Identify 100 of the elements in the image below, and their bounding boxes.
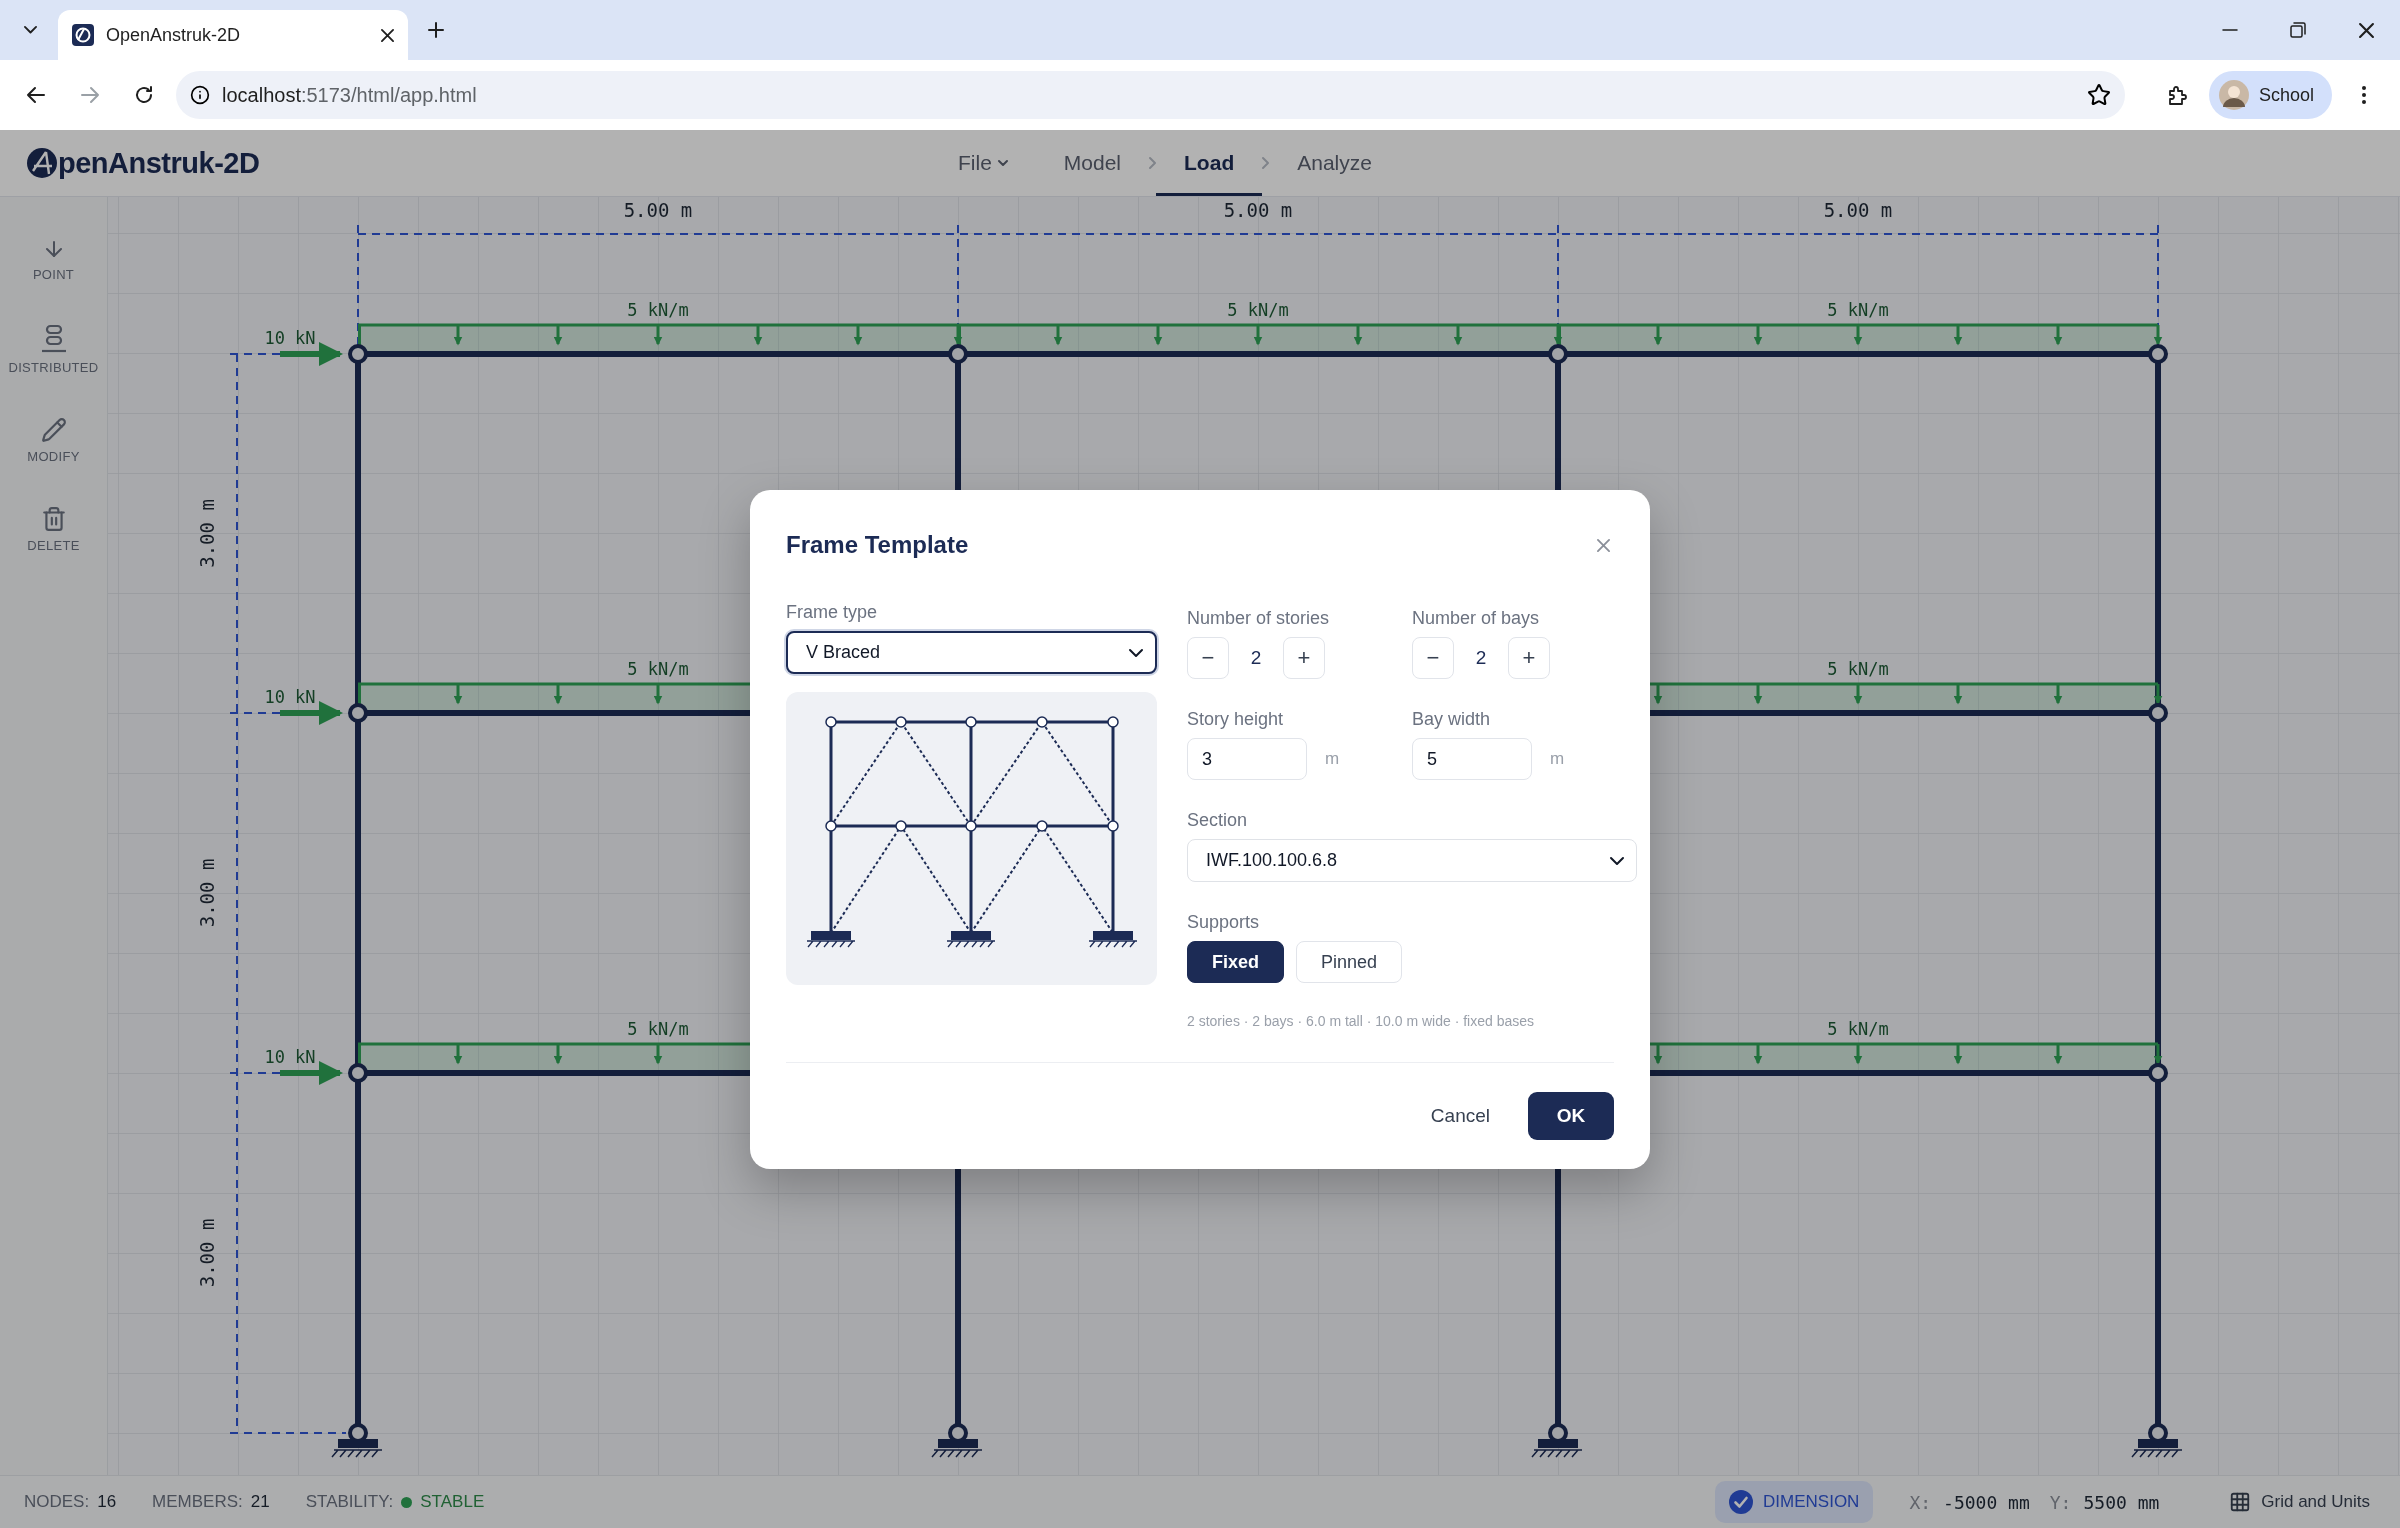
distributed-load-label: 5 kN/m bbox=[627, 659, 689, 679]
field-label: Bay width bbox=[1412, 709, 1492, 730]
point-load-arrow bbox=[280, 342, 343, 366]
nav-tab[interactable]: Model bbox=[1035, 130, 1150, 196]
point-load-arrow bbox=[280, 1061, 343, 1085]
url-text: localhost:5173/html/app.html bbox=[222, 83, 478, 107]
summary-text: 2 stories · 2 bays · 6.0 m tall · 10.0 m wide · fixed bases bbox=[1187, 1013, 1536, 1029]
point-load-label: 10 kN bbox=[264, 1047, 316, 1067]
status-dot bbox=[401, 1496, 413, 1508]
span-label: 5.00 m bbox=[1223, 199, 1293, 221]
stability-status: STABLE bbox=[420, 1492, 485, 1512]
profile-button[interactable]: School bbox=[2208, 71, 2332, 119]
node-marker[interactable] bbox=[2148, 1063, 2168, 1083]
field-label: Supports bbox=[1187, 912, 1261, 933]
grid-icon bbox=[2229, 1491, 2252, 1513]
plus-icon bbox=[428, 22, 444, 38]
caret-icon bbox=[997, 160, 1008, 166]
logo-mark-icon bbox=[26, 147, 58, 179]
span-label: 5.00 m bbox=[623, 199, 693, 221]
chevron-down-icon bbox=[1610, 856, 1624, 865]
members-count: 21 bbox=[250, 1492, 270, 1512]
story-height-label: 3.00 m bbox=[196, 858, 218, 928]
load-tool-button[interactable]: DISTRIBUTED bbox=[1, 318, 106, 381]
trash-icon bbox=[40, 506, 67, 532]
node-marker[interactable] bbox=[2148, 703, 2168, 723]
grid-units-button[interactable]: Grid and Units bbox=[2223, 1490, 2376, 1514]
nav-tab[interactable]: File bbox=[930, 130, 1036, 196]
puzzle-icon bbox=[2166, 85, 2187, 105]
nav-tab[interactable]: Analyze bbox=[1269, 130, 1400, 196]
members-label: MEMBERS: bbox=[152, 1492, 243, 1512]
field-label: Section bbox=[1187, 810, 1249, 831]
ok-button[interactable]: OK bbox=[1528, 1092, 1614, 1140]
y-coordinate: 5500 mm bbox=[2083, 1491, 2160, 1513]
pin-support-drawing bbox=[331, 1423, 383, 1458]
reload-icon bbox=[135, 86, 153, 104]
restore-icon bbox=[2290, 22, 2306, 38]
field-label: Story height bbox=[1187, 709, 1285, 730]
story-height-label: 3.00 m bbox=[196, 1218, 218, 1288]
node-marker[interactable] bbox=[1548, 344, 1568, 364]
story-height-label: 3.00 m bbox=[196, 499, 218, 568]
load-tool-button[interactable]: POINT bbox=[1, 231, 106, 288]
distributed-load-label: 5 kN/m bbox=[1827, 300, 1889, 320]
node-marker[interactable] bbox=[348, 344, 368, 364]
node-marker[interactable] bbox=[948, 344, 968, 364]
close-icon bbox=[1597, 538, 1610, 552]
unit-label: m bbox=[1325, 749, 1340, 769]
distributed-load-label: 5 kN/m bbox=[1827, 1019, 1889, 1039]
cancel-button[interactable]: Cancel bbox=[1420, 1095, 1500, 1137]
support-option[interactable]: Pinned bbox=[1296, 941, 1403, 983]
address-bar[interactable]: localhost:5173/html/app.html bbox=[176, 71, 2125, 119]
section-select[interactable]: IWF.100.100.6.8 bbox=[1187, 839, 1637, 882]
stacked-bars-icon bbox=[39, 324, 68, 354]
decrement-button[interactable]: − bbox=[1187, 637, 1229, 679]
app-logo-text: penAnstruk-2D bbox=[58, 146, 260, 180]
chevron-right-icon bbox=[1262, 157, 1270, 169]
decrement-button[interactable]: − bbox=[1412, 637, 1454, 679]
unit-label: m bbox=[1550, 749, 1565, 769]
dimension-toggle[interactable]: DIMENSION bbox=[1715, 1481, 1874, 1523]
bookmark-star-icon[interactable] bbox=[2086, 83, 2111, 107]
minimize-icon bbox=[2222, 29, 2238, 31]
increment-button[interactable]: + bbox=[1283, 637, 1325, 679]
x-label: X: bbox=[1909, 1491, 1932, 1513]
close-tab-icon bbox=[381, 28, 394, 42]
load-tool-button[interactable]: DELETE bbox=[1, 500, 106, 559]
pin-support-drawing bbox=[931, 1423, 983, 1458]
chevron-down-icon bbox=[23, 26, 37, 34]
input-field[interactable]: 3 bbox=[1187, 738, 1307, 780]
browser-tab[interactable]: OpenAnstruk-2D bbox=[58, 10, 408, 60]
point-load-label: 10 kN bbox=[264, 328, 316, 348]
support-option[interactable]: Fixed bbox=[1187, 941, 1284, 983]
tab-title: OpenAnstruk-2D bbox=[106, 24, 242, 46]
field-label: Frame type bbox=[786, 602, 879, 623]
point-load-arrow bbox=[280, 701, 343, 725]
x-coordinate: -5000 mm bbox=[1943, 1491, 2030, 1513]
check-icon bbox=[1729, 1490, 1754, 1514]
chevron-right-icon bbox=[1149, 157, 1157, 169]
increment-button[interactable]: + bbox=[1508, 637, 1550, 679]
nodes-count: 16 bbox=[97, 1492, 117, 1512]
distributed-load-label: 5 kN/m bbox=[627, 300, 689, 320]
distributed-load-label: 5 kN/m bbox=[1227, 300, 1289, 320]
arrow-right-icon bbox=[81, 87, 99, 103]
site-info-icon[interactable] bbox=[190, 85, 210, 105]
arrow-left-icon bbox=[27, 87, 45, 103]
kebab-menu-icon bbox=[2362, 86, 2366, 104]
dialog-title: Frame Template bbox=[786, 531, 969, 559]
field-label: Number of bays bbox=[1412, 608, 1541, 629]
nodes-label: NODES: bbox=[24, 1492, 90, 1512]
distributed-load-label: 5 kN/m bbox=[1827, 659, 1889, 679]
field-label: Number of stories bbox=[1187, 608, 1331, 629]
input-field[interactable]: 5 bbox=[1412, 738, 1532, 780]
node-marker[interactable] bbox=[2148, 344, 2168, 364]
span-label: 5.00 m bbox=[1823, 199, 1893, 221]
load-tool-button[interactable]: MODIFY bbox=[1, 411, 106, 470]
node-marker[interactable] bbox=[348, 703, 368, 723]
distributed-load-label: 5 kN/m bbox=[627, 1019, 689, 1039]
node-marker[interactable] bbox=[348, 1063, 368, 1083]
frame-type-select[interactable]: V Braced bbox=[786, 631, 1157, 674]
avatar-icon bbox=[2218, 80, 2249, 110]
stepper-value: 2 bbox=[1249, 647, 1263, 669]
pin-support-drawing bbox=[1531, 1423, 1583, 1458]
